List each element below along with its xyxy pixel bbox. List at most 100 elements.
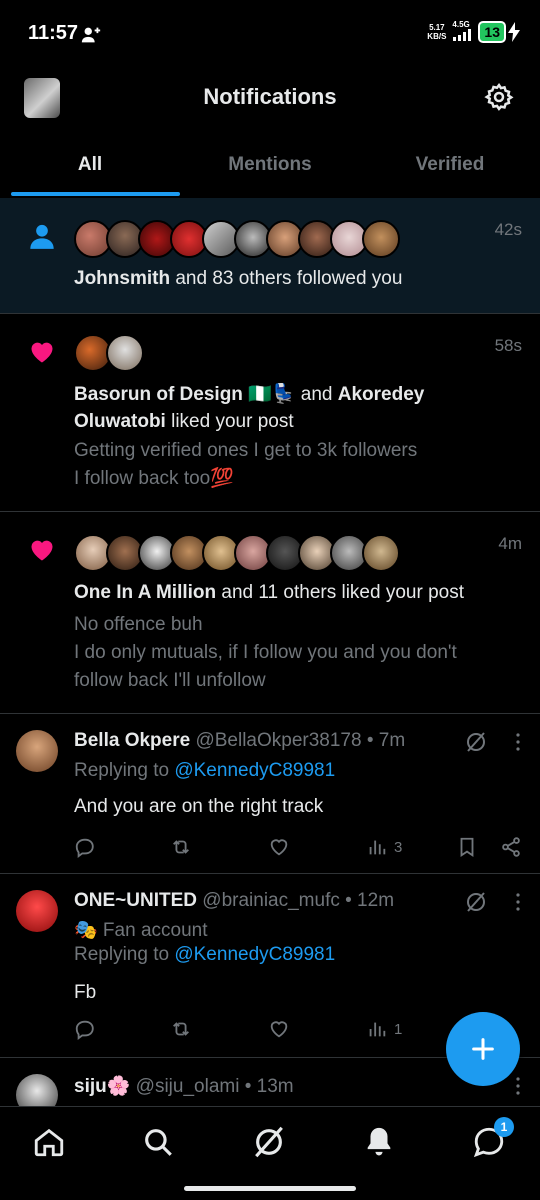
author-name[interactable]: ONE~UNITED <box>74 890 197 911</box>
post-line: I do only mutuals, if I follow you and y… <box>74 642 457 663</box>
repost-button[interactable] <box>170 834 192 860</box>
views-icon <box>369 840 386 855</box>
reply-icon <box>75 838 94 858</box>
repost-icon <box>173 1022 189 1036</box>
replying-to: Replying to @KennedyC89981 <box>74 944 335 966</box>
tweet-body: Fb <box>74 982 97 1003</box>
tweet-actions: 3 <box>74 834 526 862</box>
fan-account-label: 🎭 Fan account <box>74 920 208 941</box>
heart-icon <box>31 540 53 561</box>
avatar[interactable] <box>106 334 144 372</box>
page-title: Notifications <box>203 84 337 109</box>
avatar[interactable] <box>362 220 400 258</box>
connector-text: and <box>295 384 338 405</box>
avatar[interactable] <box>16 730 58 772</box>
status-time: 11:57 <box>28 22 79 44</box>
reply-button[interactable] <box>74 834 96 860</box>
liker-avatars <box>74 534 400 572</box>
author-name[interactable]: Bella Okpere <box>74 730 190 751</box>
charging-icon <box>508 21 520 42</box>
share-button[interactable] <box>500 834 522 860</box>
notification-text: Basorun of Design 🇳🇬💺 and Akoredey Oluwa… <box>74 381 516 435</box>
avatar[interactable] <box>362 534 400 572</box>
notification-message: and 83 others followed you <box>170 268 403 289</box>
views-count: 1 <box>394 1020 403 1038</box>
notification-time: 58s <box>494 336 522 355</box>
author-handle[interactable]: @siju_olami • 13m <box>136 1076 294 1097</box>
author-handle[interactable]: @brainiac_mufc • 12m <box>202 890 394 911</box>
notification-time: 4m <box>498 534 522 553</box>
more-options-icon[interactable] <box>514 892 522 912</box>
notification-message: and 11 others liked your post <box>216 582 464 603</box>
tweet-header: ONE~UNITED @brainiac_mufc • 12m <box>74 890 394 912</box>
tweet-header: siju🌸 @siju_olami • 13m <box>74 1074 294 1098</box>
views-count: 3 <box>394 838 403 856</box>
messages-nav[interactable]: 1 <box>472 1117 514 1159</box>
post-preview: No offence buh I do only mutuals, if I f… <box>74 611 516 695</box>
post-line: No offence buh <box>74 614 203 635</box>
reply-tweet[interactable]: Bella Okpere @BellaOkper38178 • 7m Reply… <box>0 714 540 874</box>
actor-name[interactable]: Johnsmith <box>74 268 170 289</box>
signal-icon <box>453 29 472 41</box>
network-type: 4.5G <box>452 20 472 43</box>
notification-like[interactable]: 4m One In A Million and 11 others liked … <box>0 512 540 714</box>
plus-icon <box>472 1038 494 1060</box>
avatar[interactable] <box>16 890 58 932</box>
bookmark-button[interactable] <box>456 834 478 860</box>
more-options-icon[interactable] <box>514 1076 522 1096</box>
battery-level: 13 <box>478 20 506 43</box>
mention-link[interactable]: @KennedyC89981 <box>174 760 335 781</box>
like-button[interactable] <box>268 1016 290 1042</box>
notification-text: Johnsmith and 83 others followed you <box>74 265 516 292</box>
avatar[interactable] <box>16 1074 58 1107</box>
like-button[interactable] <box>268 834 290 860</box>
post-line: Getting verified ones I get to 3k follow… <box>74 440 418 461</box>
person-icon <box>30 224 54 249</box>
repost-button[interactable] <box>170 1016 192 1042</box>
messages-badge: 1 <box>494 1117 514 1137</box>
bookmark-icon <box>460 837 474 857</box>
home-icon[interactable] <box>32 1125 66 1159</box>
actor-name[interactable]: Basorun of Design 🇳🇬💺 <box>74 384 296 405</box>
actor-name[interactable]: One In A Million <box>74 582 216 603</box>
notification-like[interactable]: 58s Basorun of Design 🇳🇬💺 and Akoredey O… <box>0 314 540 512</box>
post-preview: Getting verified ones I get to 3k follow… <box>74 437 516 493</box>
author-handle[interactable]: @BellaOkper38178 • 7m <box>195 730 405 751</box>
compose-button[interactable] <box>446 1012 520 1086</box>
grok-icon[interactable] <box>252 1125 286 1159</box>
bell-icon[interactable] <box>362 1125 396 1159</box>
tab-all[interactable]: All <box>0 140 180 198</box>
network-label: 4.5G <box>452 20 470 29</box>
home-indicator <box>184 1186 356 1191</box>
heart-icon <box>31 342 53 363</box>
status-indicators: 5.17 KB/S 4.5G 13 <box>427 20 520 43</box>
more-options-icon[interactable] <box>514 732 522 752</box>
status-bar: 11:57 5.17 KB/S 4.5G 13 <box>0 0 540 70</box>
reply-button[interactable] <box>74 1016 96 1042</box>
search-icon[interactable] <box>141 1125 175 1159</box>
notification-text: One In A Million and 11 others liked you… <box>74 579 516 606</box>
tab-mentions[interactable]: Mentions <box>180 140 360 198</box>
share-icon <box>502 837 520 857</box>
user-add-status-icon <box>81 27 101 43</box>
replying-to: Replying to @KennedyC89981 <box>74 760 335 782</box>
author-name[interactable]: siju🌸 <box>74 1076 130 1097</box>
gear-icon[interactable] <box>484 82 514 112</box>
notification-message: liked your post <box>165 411 294 432</box>
network-speed: 5.17 KB/S <box>427 23 446 41</box>
post-line: I follow back too💯 <box>74 468 234 489</box>
replying-prefix: Replying to <box>74 944 175 965</box>
views-button[interactable]: 3 <box>366 834 402 860</box>
heart-outline-icon <box>270 839 288 856</box>
views-button[interactable]: 1 <box>366 1016 402 1042</box>
top-app-bar: Notifications <box>0 70 540 128</box>
speed-unit: KB/S <box>427 31 447 41</box>
replying-prefix: Replying to <box>74 760 175 781</box>
mention-link[interactable]: @KennedyC89981 <box>174 944 335 965</box>
notification-follow[interactable]: 42s Johnsmith and 83 others followed you <box>0 198 540 314</box>
post-line: follow back I'll unfollow <box>74 670 266 691</box>
tab-verified[interactable]: Verified <box>360 140 540 198</box>
grok-icon[interactable] <box>464 890 488 914</box>
grok-icon[interactable] <box>464 730 488 754</box>
views-icon <box>369 1022 386 1037</box>
